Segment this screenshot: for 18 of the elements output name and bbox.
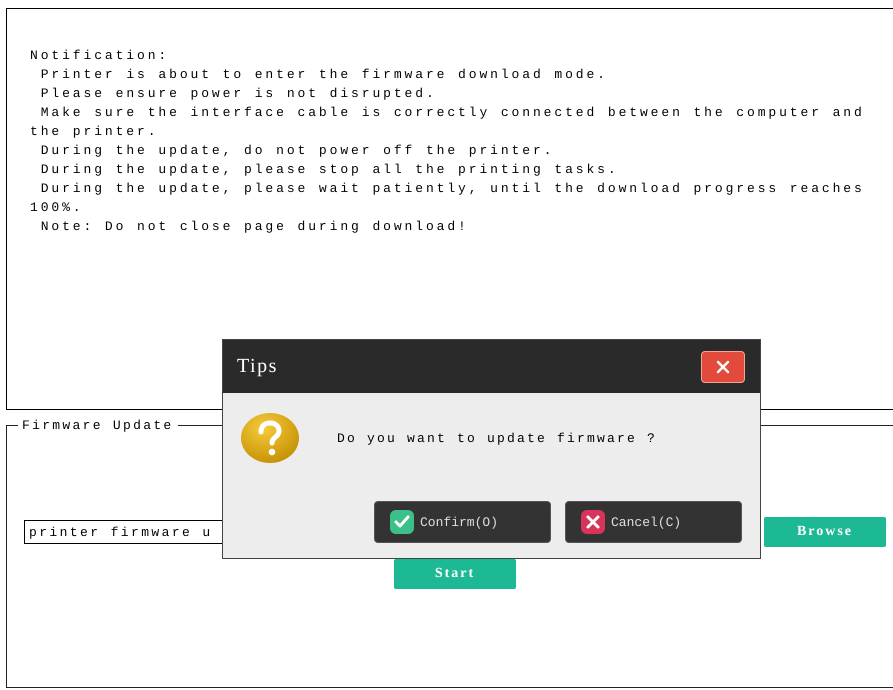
check-icon [390,510,414,534]
notification-text: Notification: [30,47,170,65]
notification-text: Note: Do not close page during download! [40,218,470,236]
x-icon [581,510,605,534]
dialog-title: Tips [237,355,278,378]
notification-text: Make sure the interface cable is correctly connected between the computer and the printer. [30,104,866,141]
question-icon [241,413,299,463]
confirm-button[interactable]: Confirm(O) [374,501,551,543]
notification-text: During the update, please wait patiently, until the download progress reaches 100%. [30,180,866,217]
notification-text: During the update, do not power off the printer. [40,142,556,160]
firmware-update-legend: Firmware Update [18,418,178,433]
dialog-message: Do you want to update firmware ? [337,430,658,446]
cancel-button[interactable]: Cancel(C) [565,501,742,543]
close-button[interactable] [701,350,745,382]
close-icon [716,360,730,374]
notification-text: Printer is about to enter the firmware download mode. [40,66,609,84]
notification-text: During the update, please stop all the printing tasks. [40,161,620,179]
notification-text: Please ensure power is not disrupted. [40,85,438,103]
